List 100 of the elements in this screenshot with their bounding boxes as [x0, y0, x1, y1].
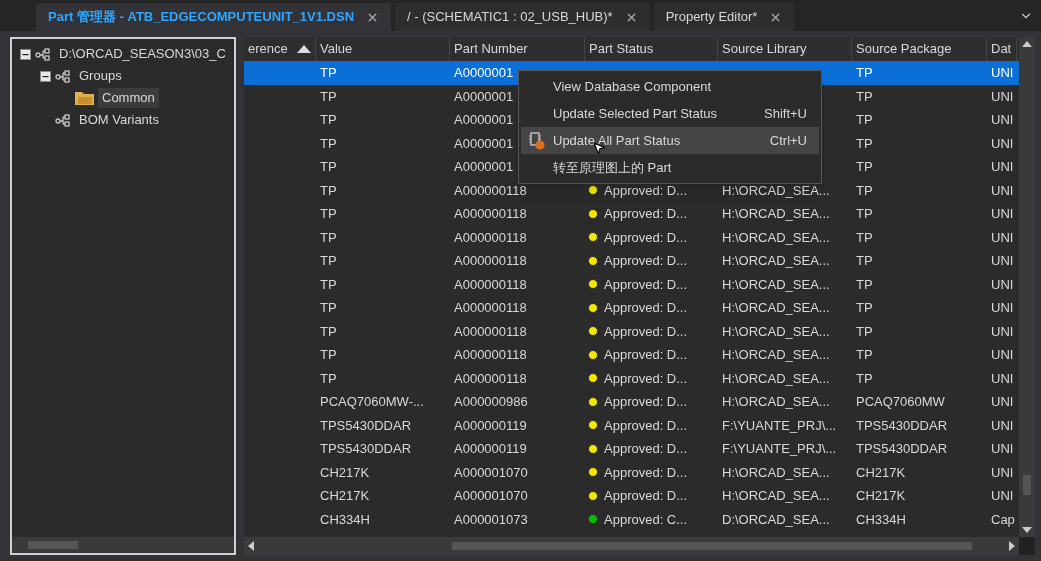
table-cell: UNI: [991, 488, 1014, 503]
table-cell: TP: [320, 135, 337, 151]
table-cell: TP: [320, 159, 337, 174]
table-cell: Cap: [991, 511, 1015, 527]
table-cell: UNI: [991, 182, 1014, 198]
table-cell-text: Approved: D...: [604, 463, 688, 482]
table-cell: TP: [320, 88, 337, 104]
table-cell: TP: [856, 135, 873, 151]
table-cell: PCAQ7060MW-...: [320, 394, 424, 409]
table-cell: H:\ORCAD_SEA...: [722, 229, 830, 245]
table-cell-text: Approved: D...: [604, 440, 688, 458]
table-cell: A000000986: [454, 394, 528, 409]
table-cell-text: Approved: D...: [604, 181, 688, 200]
table-cell: UNI: [991, 464, 1014, 480]
table-cell: A000000118: [454, 347, 527, 362]
table-cell: TP: [320, 300, 337, 315]
table-cell-text: Approved: C...: [604, 510, 688, 529]
table-cell-text: Approved: D...: [604, 369, 688, 388]
table-cell: UNI: [991, 323, 1014, 339]
table-cell: H:\ORCAD_SEA...: [722, 182, 830, 198]
table-cell: A000001073: [454, 511, 528, 527]
table-cell: UNI: [991, 206, 1014, 221]
table-cell: TP: [320, 182, 337, 198]
table-cell: TPS5430DDAR: [856, 417, 948, 433]
table-cell: TP: [320, 206, 337, 221]
table-cell: UNI: [991, 112, 1014, 127]
table-cell: A000000118: [454, 276, 527, 292]
table-cell: UNI: [991, 159, 1014, 174]
table-cell: TP: [856, 300, 873, 315]
table-cell: TP: [856, 88, 873, 104]
table-cell: CH334H: [320, 511, 370, 527]
table-cell: H:\ORCAD_SEA...: [722, 347, 830, 362]
table-cell: A0000001: [454, 65, 514, 80]
table-cell: TP: [856, 206, 873, 221]
table-cell: H:\ORCAD_SEA...: [722, 276, 830, 292]
table-cell: H:\ORCAD_SEA...: [722, 488, 830, 503]
table-cell: TP: [856, 370, 873, 386]
table-cell: CH217K: [320, 464, 370, 480]
table-cell: H:\ORCAD_SEA...: [722, 206, 830, 221]
table-cell: A000000119: [454, 417, 527, 433]
table-cell: F:\YUANTE_PRJ\...: [722, 441, 837, 456]
table-cell: CH217K: [320, 488, 370, 503]
table-cell: TP: [856, 112, 873, 127]
table-cell: UNI: [991, 300, 1014, 315]
table-cell-text: Approved: D...: [604, 205, 688, 223]
table-cell-text: Approved: D...: [604, 228, 688, 247]
table-cell: CH217K: [856, 488, 906, 503]
table-cell: TP: [856, 347, 873, 362]
table-cell: TP: [320, 229, 337, 245]
table-cell: H:\ORCAD_SEA...: [722, 464, 830, 480]
table-cell-text: Approved: D...: [604, 252, 688, 270]
table-cell: TPS5430DDAR: [320, 417, 412, 433]
table-cell: A000000118: [454, 182, 527, 198]
table-cell: TP: [320, 253, 337, 268]
table-cell: TP: [320, 370, 337, 386]
table-cell: UNI: [991, 276, 1014, 292]
table-cell: A000000119: [454, 441, 527, 456]
table-cell: TP: [320, 323, 337, 339]
table-cell: UNI: [991, 417, 1014, 433]
table-cell: TP: [856, 182, 873, 198]
table-cell: UNI: [991, 88, 1014, 104]
table-cell: H:\ORCAD_SEA...: [722, 300, 830, 315]
table-cell: UNI: [991, 253, 1014, 268]
table-cell: UNI: [991, 135, 1014, 151]
table-cell: TP: [856, 159, 873, 174]
table-cell: TP: [320, 65, 337, 80]
table-cell: A000000118: [454, 323, 527, 339]
table-cell: H:\ORCAD_SEA...: [722, 370, 830, 386]
table-cell: TP: [320, 112, 337, 127]
table-cell-text: Approved: D...: [604, 346, 688, 364]
table-cell: A0000001: [454, 88, 514, 104]
table-cell: UNI: [991, 370, 1014, 386]
table-cell: D:\ORCAD_SEA...: [722, 511, 830, 527]
table-cell-text: Approved: D...: [604, 322, 688, 341]
table-cell: PCAQ7060MW: [856, 394, 945, 409]
table-cell: TPS5430DDAR: [320, 441, 412, 456]
table-cell: A000001070: [454, 488, 528, 503]
table-cell: UNI: [991, 441, 1014, 456]
table-cell: TP: [856, 276, 873, 292]
table-cell: A000000118: [454, 253, 527, 268]
table-cell: H:\ORCAD_SEA...: [722, 323, 830, 339]
table-cell-text: Approved: D...: [604, 393, 688, 411]
table-cell: A000000118: [454, 229, 527, 245]
shortcut-label: Ctrl+U: [769, 131, 807, 150]
table-cell-text: Approved: D...: [604, 299, 688, 317]
table-cell: TP: [856, 253, 873, 268]
table-cell: UNI: [991, 65, 1014, 80]
table-cell: UNI: [991, 229, 1014, 245]
table-cell: A000000118: [454, 370, 527, 386]
table-cell-text: Approved: D...: [604, 275, 688, 294]
table-cell: UNI: [991, 394, 1014, 409]
table-cell: A000000118: [454, 300, 527, 315]
table-cell: A0000001: [454, 135, 514, 151]
table-cell: A0000001: [454, 112, 514, 127]
table-cell: TP: [320, 276, 337, 292]
table-cell-text: Approved: D...: [604, 416, 688, 435]
table-cell: TP: [856, 323, 873, 339]
table-cell: H:\ORCAD_SEA...: [722, 394, 830, 409]
table-cell: UNI: [991, 347, 1014, 362]
table-cell: A000001070: [454, 464, 528, 480]
